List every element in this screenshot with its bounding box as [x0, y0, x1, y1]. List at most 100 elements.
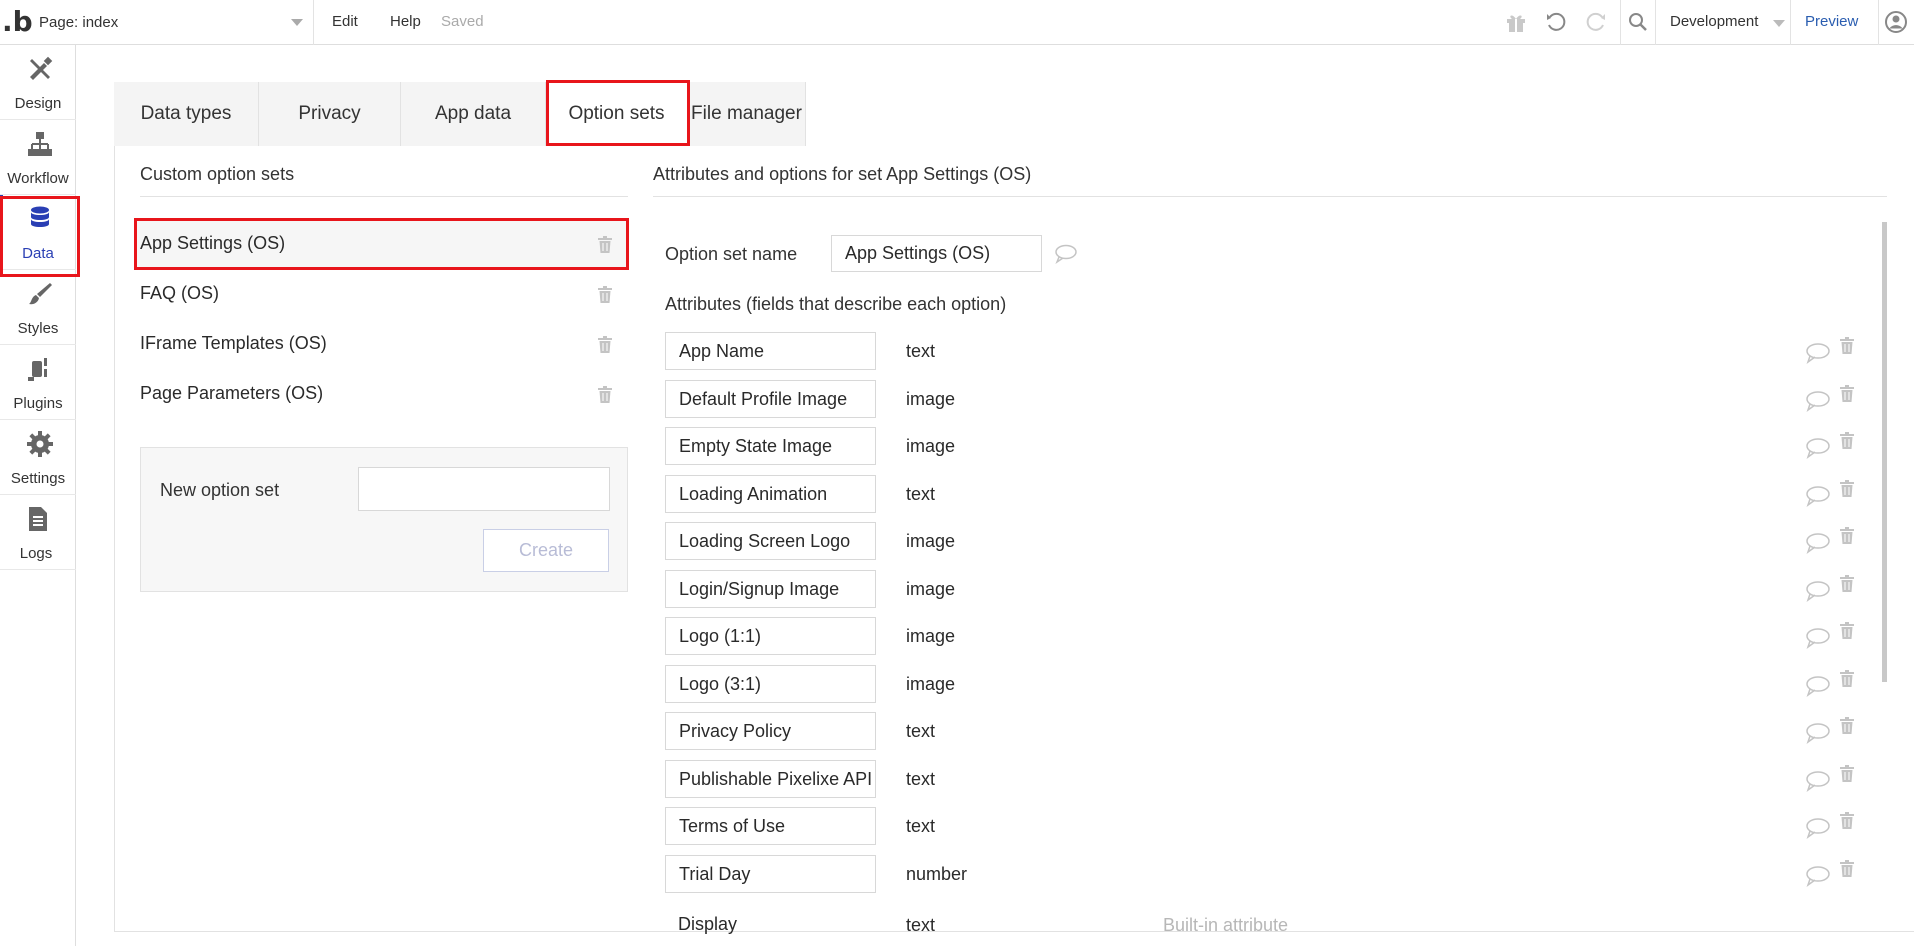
trash-icon[interactable] — [1840, 527, 1854, 544]
search-icon[interactable] — [1626, 10, 1650, 34]
attribute-name-input[interactable]: App Name — [665, 332, 876, 370]
redo-icon[interactable] — [1584, 10, 1608, 34]
tab-file-manager[interactable]: File manager — [688, 82, 806, 146]
comment-icon[interactable] — [1805, 390, 1831, 412]
attribute-row: Default Profile Image image — [665, 380, 1865, 420]
menu-edit[interactable]: Edit — [332, 13, 358, 30]
attribute-name-input[interactable]: Logo (3:1) — [665, 665, 876, 703]
menu-help[interactable]: Help — [390, 13, 421, 30]
option-set-name-input[interactable]: App Settings (OS) — [831, 235, 1042, 272]
comment-icon[interactable] — [1805, 675, 1831, 697]
comment-icon[interactable] — [1805, 437, 1831, 459]
sidebar-item-label: Design — [14, 95, 62, 112]
separator — [1790, 0, 1791, 45]
comment-icon[interactable] — [1805, 770, 1831, 792]
scrollbar[interactable] — [1882, 222, 1887, 682]
attribute-name-input[interactable]: Privacy Policy — [665, 712, 876, 750]
trash-icon[interactable] — [1840, 670, 1854, 687]
comment-icon[interactable] — [1054, 244, 1078, 264]
trash-icon[interactable] — [1840, 622, 1854, 639]
attribute-type[interactable]: image — [906, 531, 955, 552]
trash-icon[interactable] — [1840, 480, 1854, 497]
attribute-row: App Name text — [665, 332, 1865, 372]
new-option-set-input[interactable] — [358, 467, 610, 511]
new-option-set-box: New option set Create — [140, 447, 628, 592]
trash-icon[interactable] — [1840, 812, 1854, 829]
preview-button[interactable]: Preview — [1805, 13, 1858, 30]
attribute-type[interactable]: image — [906, 579, 955, 600]
attribute-name-input[interactable]: Publishable Pixelixe API — [665, 760, 876, 798]
undo-icon[interactable] — [1544, 10, 1568, 34]
tab-data-types[interactable]: Data types — [114, 82, 259, 146]
attribute-type[interactable]: image — [906, 626, 955, 647]
gift-icon[interactable] — [1504, 10, 1528, 34]
separator — [1655, 0, 1656, 45]
trash-icon[interactable] — [598, 386, 612, 403]
sidebar-item-logs[interactable]: Logs — [0, 495, 76, 570]
builtin-attribute-note: Built-in attribute — [1163, 915, 1289, 935]
attribute-type[interactable]: text — [906, 721, 935, 742]
trash-icon[interactable] — [1840, 337, 1854, 354]
option-set-name-label: Option set name — [665, 244, 798, 264]
comment-icon[interactable] — [1805, 342, 1831, 364]
sidebar-item-workflow[interactable]: Workflow — [0, 120, 76, 195]
trash-icon[interactable] — [1840, 432, 1854, 449]
tab-app-data[interactable]: App data — [401, 82, 546, 146]
chevron-down-icon — [1773, 20, 1785, 27]
attribute-name-input[interactable]: Empty State Image — [665, 427, 876, 465]
divider — [653, 196, 1887, 197]
comment-icon[interactable] — [1805, 722, 1831, 744]
attribute-name-input[interactable]: Login/Signup Image — [665, 570, 876, 608]
attribute-type[interactable]: text — [906, 484, 935, 505]
account-icon[interactable] — [1884, 10, 1908, 34]
trash-icon[interactable] — [598, 336, 612, 353]
comment-icon[interactable] — [1805, 580, 1831, 602]
attribute-row: Terms of Use text — [665, 807, 1865, 847]
attribute-name-input[interactable]: Default Profile Image — [665, 380, 876, 418]
attribute-name-input[interactable]: Terms of Use — [665, 807, 876, 845]
gear-icon — [27, 431, 53, 457]
comment-icon[interactable] — [1805, 817, 1831, 839]
bubble-logo[interactable]: .b — [2, 8, 33, 36]
option-set-item[interactable]: Page Parameters (OS) — [136, 370, 626, 418]
attribute-name-input[interactable]: Loading Screen Logo — [665, 522, 876, 560]
sidebar-item-settings[interactable]: Settings — [0, 420, 76, 495]
environment-selector[interactable]: Development — [1670, 13, 1758, 30]
trash-icon[interactable] — [598, 286, 612, 303]
trash-icon[interactable] — [1840, 385, 1854, 402]
attribute-name-input[interactable]: Trial Day — [665, 855, 876, 893]
trash-icon[interactable] — [1840, 717, 1854, 734]
option-set-item[interactable]: FAQ (OS) — [136, 270, 626, 318]
option-set-name: FAQ (OS) — [140, 283, 220, 303]
attribute-type[interactable]: image — [906, 436, 955, 457]
comment-icon[interactable] — [1805, 627, 1831, 649]
comment-icon[interactable] — [1805, 485, 1831, 507]
option-set-item[interactable]: IFrame Templates (OS) — [136, 320, 626, 368]
tab-privacy[interactable]: Privacy — [259, 82, 401, 146]
highlight-box — [134, 218, 629, 270]
workflow-icon — [28, 132, 52, 156]
sidebar-item-design[interactable]: Design — [0, 45, 76, 120]
attribute-type[interactable]: text — [906, 341, 935, 362]
attribute-type: text — [906, 915, 936, 935]
page-selector[interactable]: Page: index — [34, 0, 314, 45]
design-icon — [30, 56, 53, 80]
create-button[interactable]: Create — [483, 529, 609, 572]
attribute-type[interactable]: image — [906, 674, 955, 695]
attribute-type[interactable]: text — [906, 769, 935, 790]
attribute-name-input[interactable]: Loading Animation — [665, 475, 876, 513]
comment-icon[interactable] — [1805, 865, 1831, 887]
attribute-type[interactable]: text — [906, 816, 935, 837]
trash-icon[interactable] — [1840, 860, 1854, 877]
trash-icon[interactable] — [1840, 575, 1854, 592]
sidebar-item-styles[interactable]: Styles — [0, 270, 76, 345]
saved-status: Saved — [441, 13, 484, 30]
attribute-name-input[interactable]: Logo (1:1) — [665, 617, 876, 655]
trash-icon[interactable] — [1840, 765, 1854, 782]
attribute-type[interactable]: image — [906, 389, 955, 410]
attribute-row: Trial Day number — [665, 855, 1865, 895]
comment-icon[interactable] — [1805, 532, 1831, 554]
attribute-type[interactable]: number — [906, 864, 967, 885]
sidebar-item-plugins[interactable]: Plugins — [0, 345, 76, 420]
attributes-title: Attributes and options for set App Setti… — [653, 164, 1032, 184]
